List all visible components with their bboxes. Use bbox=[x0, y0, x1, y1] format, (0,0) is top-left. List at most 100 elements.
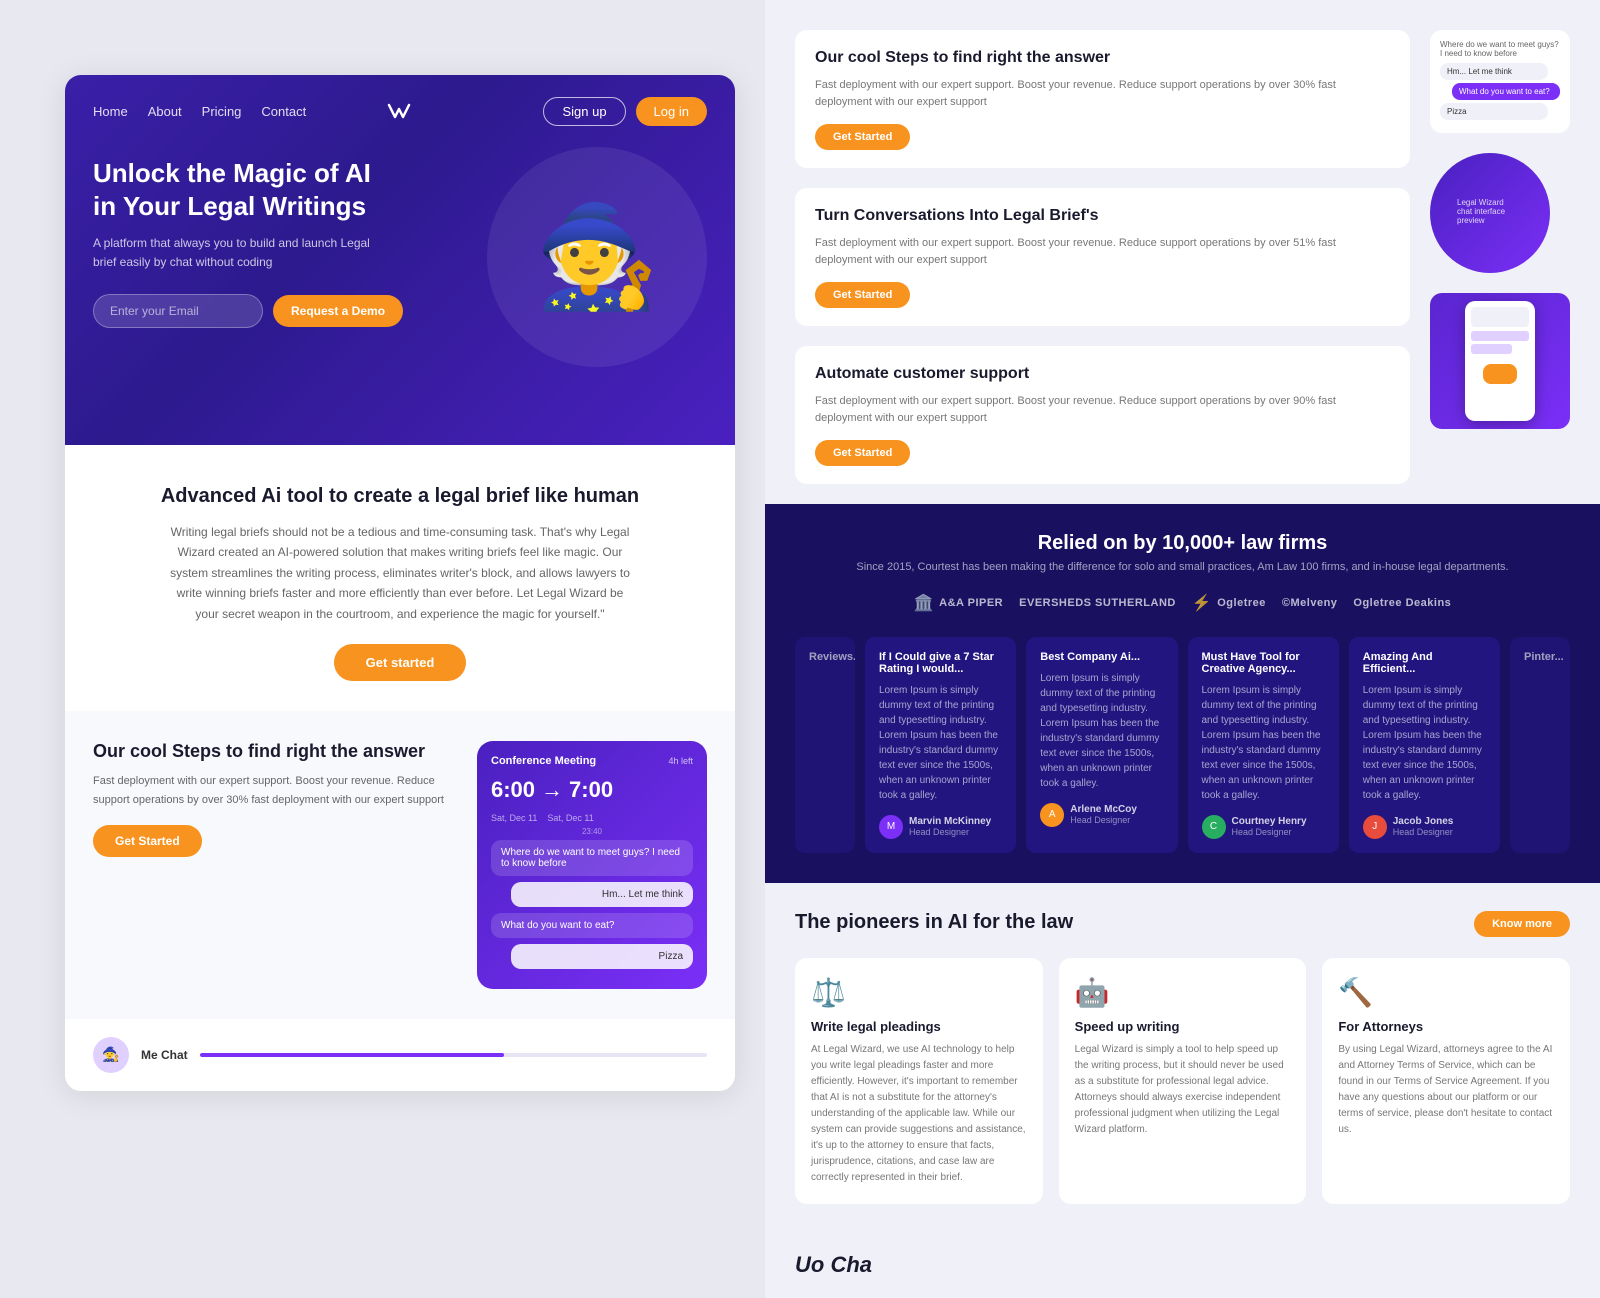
steps-title: Our cool Steps to find right the answer bbox=[93, 741, 457, 762]
feature-cards: Our cool Steps to find right the answer … bbox=[795, 20, 1410, 484]
test-author-4: J Jacob Jones Head Designer bbox=[1363, 815, 1486, 839]
nav-links: Home About Pricing Contact bbox=[93, 104, 306, 119]
test-author-info-3: Courtney Henry Head Designer bbox=[1232, 816, 1307, 837]
nav-pricing[interactable]: Pricing bbox=[202, 104, 242, 119]
email-input[interactable] bbox=[93, 294, 263, 328]
mockup-meeting-title: Conference Meeting bbox=[491, 755, 596, 767]
login-button[interactable]: Log in bbox=[636, 97, 707, 126]
steps-text: Our cool Steps to find right the answer … bbox=[93, 741, 457, 857]
logo-text-5: Ogletree Deakins bbox=[1353, 597, 1451, 609]
mini-bubble-3: Pizza bbox=[1440, 103, 1548, 120]
test-partial-title: Reviews... bbox=[809, 651, 841, 663]
logo-icon-1: 🏛️ bbox=[914, 593, 934, 613]
pioneer-icon-1: ⚖️ bbox=[811, 976, 1027, 1009]
hero-subtitle: A platform that always you to build and … bbox=[93, 234, 393, 272]
pioneer-title-1: Write legal pleadings bbox=[811, 1019, 1027, 1034]
test-name-2: Arlene McCoy bbox=[1070, 804, 1137, 815]
test-desc-3: Lorem Ipsum is simply dummy text of the … bbox=[1202, 683, 1325, 803]
mockup-time-ago: 4h left bbox=[668, 756, 693, 766]
test-title-2: Best Company Ai... bbox=[1040, 651, 1163, 663]
pioneer-icon-2: 🤖 bbox=[1075, 976, 1291, 1009]
phone-line-2 bbox=[1471, 344, 1512, 354]
signup-button[interactable]: Sign up bbox=[543, 97, 625, 126]
feature-cta-1[interactable]: Get Started bbox=[815, 282, 910, 308]
test-role-3: Head Designer bbox=[1232, 827, 1307, 837]
mini-bubble-2: What do you want to eat? bbox=[1452, 83, 1560, 100]
mini-bubble-1: Hm... Let me think bbox=[1440, 63, 1548, 80]
testimonial-2: Best Company Ai... Lorem Ipsum is simply… bbox=[1026, 637, 1177, 853]
progress-bar bbox=[200, 1053, 707, 1057]
mini-chat-header: Where do we want to meet guys? I need to… bbox=[1440, 40, 1560, 58]
feature-title-2: Automate customer support bbox=[815, 364, 1390, 385]
feature-cta-2[interactable]: Get Started bbox=[815, 440, 910, 466]
middle-desc: Writing legal briefs should not be a ted… bbox=[170, 522, 630, 624]
pioneers-cards: ⚖️ Write legal pleadings At Legal Wizard… bbox=[795, 958, 1570, 1204]
phone-mockup-chat-1: Where do we want to meet guys? I need to… bbox=[1430, 30, 1570, 133]
test-desc-2: Lorem Ipsum is simply dummy text of the … bbox=[1040, 671, 1163, 791]
start-time: 6:00 bbox=[491, 777, 535, 803]
logo-2: EVERSHEDS SUTHERLAND bbox=[1019, 597, 1176, 609]
test-name-4: Jacob Jones bbox=[1393, 816, 1454, 827]
right-top-section: Our cool Steps to find right the answer … bbox=[765, 0, 1600, 504]
logo-text-2: EVERSHEDS SUTHERLAND bbox=[1019, 597, 1176, 609]
testimonial-1: If I Could give a 7 Star Rating I would.… bbox=[865, 637, 1016, 853]
right-panel-inner: Our cool Steps to find right the answer … bbox=[765, 0, 1600, 1298]
logo-text-4: ©Melveny bbox=[1282, 597, 1338, 609]
test-avatar-3: C bbox=[1202, 815, 1226, 839]
hero-title: Unlock the Magic of AI in Your Legal Wri… bbox=[93, 157, 393, 222]
feature-card-automate: Automate customer support Fast deploymen… bbox=[795, 346, 1410, 484]
hero-content: Unlock the Magic of AI in Your Legal Wri… bbox=[65, 147, 735, 397]
testimonial-3: Must Have Tool for Creative Agency... Lo… bbox=[1188, 637, 1339, 853]
know-more-button[interactable]: Know more bbox=[1474, 911, 1570, 937]
phone-screen-header bbox=[1471, 307, 1529, 327]
steps-desc: Fast deployment with our expert support.… bbox=[93, 772, 457, 809]
mini-chat-2: Legal Wizard chat interface preview bbox=[1440, 184, 1540, 242]
get-started-button[interactable]: Get started bbox=[334, 644, 467, 681]
pioneer-card-1: ⚖️ Write legal pleadings At Legal Wizard… bbox=[795, 958, 1043, 1204]
nav-about[interactable]: About bbox=[148, 104, 182, 119]
nav-logo bbox=[383, 95, 415, 127]
nav-actions: Sign up Log in bbox=[543, 97, 707, 126]
phone-device-mockup bbox=[1430, 293, 1570, 429]
nav-contact[interactable]: Contact bbox=[261, 104, 306, 119]
feature-cta-0[interactable]: Get Started bbox=[815, 124, 910, 150]
test-title-4: Amazing And Efficient... bbox=[1363, 651, 1486, 675]
progress-bar-fill bbox=[200, 1053, 504, 1057]
middle-title: Advanced Ai tool to create a legal brief… bbox=[93, 485, 707, 508]
phone-line-1 bbox=[1471, 331, 1529, 341]
test-author-3: C Courtney Henry Head Designer bbox=[1202, 815, 1325, 839]
test-role-1: Head Designer bbox=[909, 827, 991, 837]
steps-section: Our cool Steps to find right the answer … bbox=[65, 711, 735, 1019]
steps-cta-button[interactable]: Get Started bbox=[93, 825, 202, 857]
test-role-4: Head Designer bbox=[1393, 827, 1454, 837]
test-desc-1: Lorem Ipsum is simply dummy text of the … bbox=[879, 683, 1002, 803]
chat-msg3: What do you want to eat? bbox=[491, 913, 693, 938]
nav-home[interactable]: Home bbox=[93, 104, 128, 119]
feature-desc-2: Fast deployment with our expert support.… bbox=[815, 393, 1390, 428]
feature-title-1: Turn Conversations Into Legal Brief's bbox=[815, 206, 1390, 227]
pioneer-title-2: Speed up writing bbox=[1075, 1019, 1291, 1034]
pioneers-header: The pioneers in AI for the law Know more bbox=[795, 911, 1570, 938]
test-author-info-1: Marvin McKinney Head Designer bbox=[909, 816, 991, 837]
chat-msg4: Pizza bbox=[511, 944, 693, 969]
test-avatar-2: A bbox=[1040, 803, 1064, 827]
bottom-strip: 🧙 Me Chat bbox=[65, 1019, 735, 1091]
chat-timestamp: 23:40 bbox=[491, 827, 693, 836]
feature-card-conversations: Turn Conversations Into Legal Brief's Fa… bbox=[795, 188, 1410, 326]
pioneer-desc-1: At Legal Wizard, we use AI technology to… bbox=[811, 1042, 1027, 1186]
chat-msg1: Where do we want to meet guys? I need to… bbox=[491, 840, 693, 876]
logo-text-3: Ogletree bbox=[1217, 597, 1266, 609]
middle-section: Advanced Ai tool to create a legal brief… bbox=[65, 445, 735, 711]
test-name-1: Marvin McKinney bbox=[909, 816, 991, 827]
phone-screen bbox=[1465, 301, 1535, 421]
test-author-info-2: Arlene McCoy Head Designer bbox=[1070, 804, 1137, 825]
bottom-text: Uo Cha bbox=[795, 1252, 872, 1277]
mini-chat-content: Legal Wizard chat interface preview bbox=[1450, 194, 1522, 229]
hero-form: Request a Demo bbox=[93, 294, 393, 328]
right-panel: Our cool Steps to find right the answer … bbox=[765, 0, 1600, 1298]
right-bottom-section: The pioneers in AI for the law Know more… bbox=[765, 883, 1600, 1232]
feature-desc-0: Fast deployment with our expert support.… bbox=[815, 77, 1390, 112]
demo-button[interactable]: Request a Demo bbox=[273, 295, 403, 327]
arrow-icon: → bbox=[541, 777, 563, 803]
logo-5: Ogletree Deakins bbox=[1353, 597, 1451, 609]
